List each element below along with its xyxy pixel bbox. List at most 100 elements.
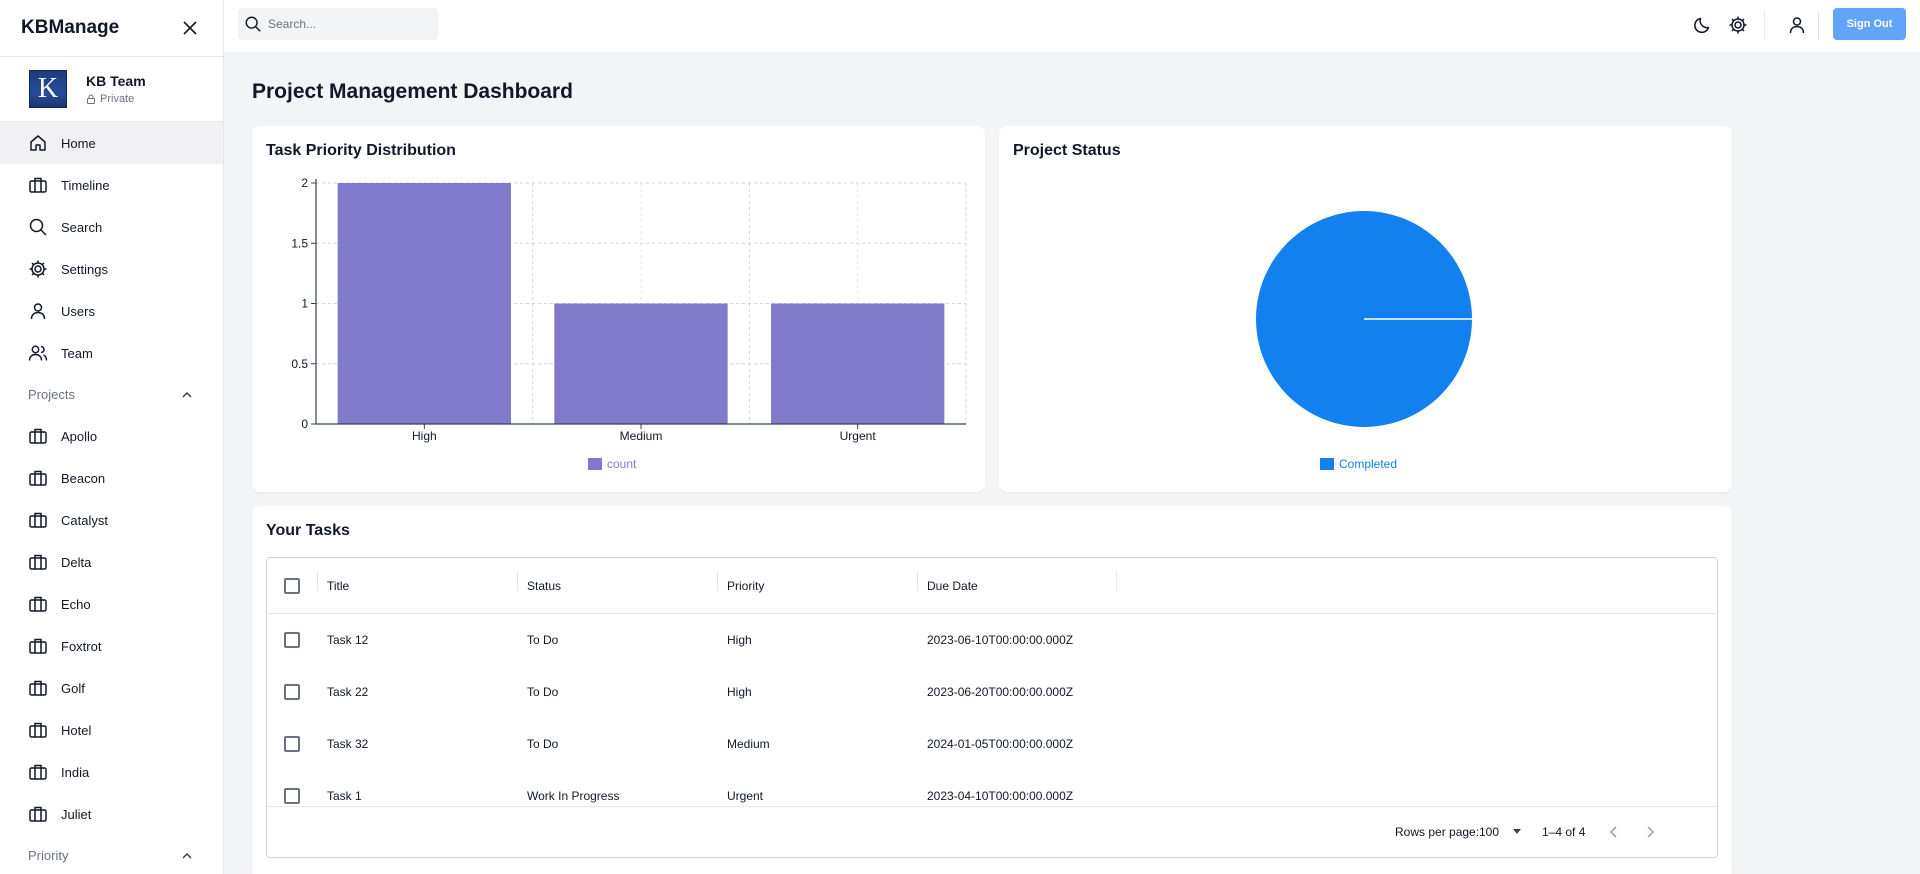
project-item-hotel[interactable]: Hotel xyxy=(0,709,223,751)
rows-per-page-label: Rows per page: xyxy=(1395,825,1480,839)
y-tick-label: 1 xyxy=(301,297,308,311)
previous-page-button[interactable] xyxy=(1604,822,1624,842)
close-sidebar-button[interactable] xyxy=(179,17,201,39)
project-item-echo[interactable]: Echo xyxy=(0,583,223,625)
project-item-delta[interactable]: Delta xyxy=(0,541,223,583)
row-select-cell xyxy=(267,632,317,648)
project-label: Foxtrot xyxy=(61,638,102,654)
project-item-golf[interactable]: Golf xyxy=(0,667,223,709)
nav-item-settings[interactable]: Settings xyxy=(0,248,223,290)
projects-section-label: Projects xyxy=(28,387,75,402)
card-title: Your Tasks xyxy=(266,522,350,539)
bar-urgent[interactable] xyxy=(771,303,945,425)
search-icon xyxy=(29,218,47,236)
chart-legend[interactable]: count xyxy=(588,457,636,471)
bar-medium[interactable] xyxy=(554,303,728,425)
task-status: To Do xyxy=(527,633,559,647)
search-input[interactable] xyxy=(268,17,428,31)
nav-item-home[interactable]: Home xyxy=(0,122,223,164)
projects-section-toggle[interactable]: Projects xyxy=(0,374,223,415)
status-chart-card: Project Status Completed xyxy=(999,126,1732,492)
task-priority: Medium xyxy=(727,737,770,751)
project-label: Juliet xyxy=(61,806,92,822)
column-header-status[interactable]: Status xyxy=(517,570,717,593)
search-box[interactable] xyxy=(238,8,438,40)
tasks-card: Your Tasks Title Status Priority Due Dat… xyxy=(252,506,1732,874)
y-tick-label: 0.5 xyxy=(291,357,308,371)
nav-item-users[interactable]: Users xyxy=(0,290,223,332)
table-row[interactable]: Task 12 To Do High 2023-06-10T00:00:00.000Z xyxy=(267,614,1717,666)
y-tick-label: 2 xyxy=(301,176,308,190)
project-item-foxtrot[interactable]: Foxtrot xyxy=(0,625,223,667)
project-item-india[interactable]: India xyxy=(0,751,223,793)
priority-section-toggle[interactable]: Priority xyxy=(0,835,223,874)
row-select-cell xyxy=(267,684,317,700)
column-header-title[interactable]: Title xyxy=(317,570,517,593)
sidebar: KBManage K KB Team Private Home Timeline… xyxy=(0,0,224,874)
top-bar: Sign Out xyxy=(224,0,1920,52)
project-item-juliet[interactable]: Juliet xyxy=(0,793,223,835)
column-header-due-date[interactable]: Due Date xyxy=(917,570,1117,593)
next-page-button[interactable] xyxy=(1640,822,1660,842)
nav-label: Settings xyxy=(61,261,108,277)
dark-mode-toggle[interactable] xyxy=(1691,13,1715,37)
briefcase-icon xyxy=(29,177,47,193)
table-header: Title Status Priority Due Date xyxy=(267,558,1717,614)
briefcase-icon xyxy=(29,596,47,612)
sign-out-button[interactable]: Sign Out xyxy=(1833,8,1906,40)
chevron-right-icon xyxy=(1647,826,1655,838)
team-logo-letter: K xyxy=(37,73,59,104)
y-tick-label: 0 xyxy=(301,417,308,431)
task-title: Task 12 xyxy=(327,633,369,647)
chevron-left-icon xyxy=(1609,826,1617,838)
bar-high[interactable] xyxy=(337,183,511,424)
gear-icon xyxy=(1729,16,1747,34)
task-priority: High xyxy=(727,685,752,699)
x-tick-label: Medium xyxy=(620,429,663,443)
select-all-cell xyxy=(267,577,317,594)
project-list: Apollo Beacon Catalyst Delta Echo Foxtrot Golf… xyxy=(0,415,223,835)
row-checkbox[interactable] xyxy=(284,684,300,700)
task-due-date: 2023-04-10T00:00:00.000Z xyxy=(927,789,1074,803)
row-select-cell xyxy=(267,788,317,804)
task-due-date: 2024-01-05T00:00:00.000Z xyxy=(927,737,1074,751)
table-row[interactable]: Task 22 To Do High 2023-06-20T00:00:00.000Z xyxy=(267,666,1717,718)
caret-down-icon xyxy=(1513,829,1522,834)
user-icon xyxy=(30,303,46,320)
rows-per-page-select[interactable]: 100 xyxy=(1479,825,1522,839)
team-switcher[interactable]: K KB Team Private xyxy=(0,56,223,122)
user-icon xyxy=(1789,17,1805,34)
task-status: Work In Progress xyxy=(527,789,620,803)
nav-item-team[interactable]: Team xyxy=(0,332,223,374)
chart-legend[interactable]: Completed xyxy=(1320,457,1397,471)
briefcase-icon xyxy=(29,554,47,570)
project-item-beacon[interactable]: Beacon xyxy=(0,457,223,499)
task-priority: Urgent xyxy=(727,789,764,803)
team-name: KB Team xyxy=(86,73,146,89)
rows-per-page-value: 100 xyxy=(1479,825,1500,839)
row-select-cell xyxy=(267,736,317,752)
lock-icon xyxy=(87,94,95,104)
team-visibility: Private xyxy=(86,93,146,105)
x-tick-label: High xyxy=(412,429,437,443)
table-row[interactable]: Task 32 To Do Medium 2024-01-05T00:00:00.00… xyxy=(267,718,1717,770)
settings-button[interactable] xyxy=(1726,13,1750,37)
row-checkbox[interactable] xyxy=(284,632,300,648)
select-all-checkbox[interactable] xyxy=(284,577,300,594)
sidebar-header: KBManage xyxy=(0,0,223,56)
column-header-priority[interactable]: Priority xyxy=(717,570,917,593)
nav-item-search[interactable]: Search xyxy=(0,206,223,248)
project-label: Apollo xyxy=(61,428,98,444)
status-pie-chart xyxy=(1256,211,1472,427)
profile-button[interactable] xyxy=(1785,13,1809,37)
nav-item-timeline[interactable]: Timeline xyxy=(0,164,223,206)
page-title: Project Management Dashboard xyxy=(252,80,573,103)
project-item-catalyst[interactable]: Catalyst xyxy=(0,499,223,541)
briefcase-icon xyxy=(29,428,47,444)
project-item-apollo[interactable]: Apollo xyxy=(0,415,223,457)
legend-swatch xyxy=(588,458,602,470)
row-checkbox[interactable] xyxy=(284,736,300,752)
chevron-up-icon xyxy=(182,852,192,859)
row-checkbox[interactable] xyxy=(284,788,300,804)
project-label: Catalyst xyxy=(61,512,108,528)
